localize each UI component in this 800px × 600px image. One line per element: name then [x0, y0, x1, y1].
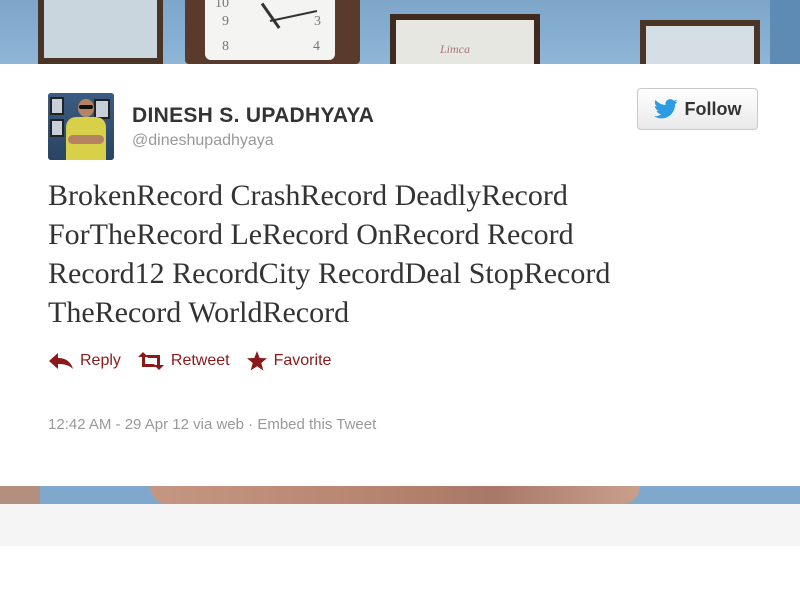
clock-number: 3	[314, 14, 321, 29]
meta-separator: ·	[248, 416, 254, 433]
reply-arrow-icon	[49, 353, 73, 369]
via-text: via web	[193, 416, 244, 433]
tweet-line: BrokenRecord CrashRecord DeadlyRecord	[48, 179, 568, 212]
bottom-panel	[0, 504, 800, 546]
wall-frame-left	[38, 0, 163, 64]
frame-label: Limca	[440, 42, 470, 56]
tweet-line: Record12 RecordCity RecordDeal StopRecor…	[48, 257, 611, 290]
tweet-card: DINESH S. UPADHYAYA @dineshupadhyaya Fol…	[0, 64, 800, 486]
favorite-button[interactable]: Favorite	[246, 351, 332, 371]
wall-frame-right	[640, 20, 760, 64]
background-photo-bottom	[0, 486, 800, 504]
clock-number: 9	[222, 14, 229, 29]
tweet-actions: Reply Retweet Favorite	[48, 350, 347, 372]
wall-edge	[770, 0, 800, 64]
tweet-line: ForTheRecord LeRecord OnRecord Record	[48, 218, 574, 251]
favorite-label: Favorite	[273, 352, 332, 369]
star-icon	[246, 351, 267, 371]
tweet-timestamp[interactable]: 12:42 AM - 29 Apr 12	[48, 416, 189, 433]
clock-number: 4	[313, 39, 320, 54]
retweet-button[interactable]: Retweet	[137, 352, 230, 370]
avatar[interactable]	[48, 93, 114, 160]
profile-handle[interactable]: @dineshupadhyaya	[132, 132, 274, 150]
tweet-text: BrokenRecord CrashRecord DeadlyRecord Fo…	[48, 176, 748, 332]
retweet-icon	[137, 352, 164, 370]
clock-number: 10	[215, 0, 229, 11]
reply-button[interactable]: Reply	[48, 352, 121, 370]
tweet-line: TheRecord WorldRecord	[48, 296, 350, 329]
retweet-label: Retweet	[170, 352, 230, 369]
twitter-bird-icon	[653, 99, 678, 119]
profile-name[interactable]: DINESH S. UPADHYAYA	[132, 104, 374, 128]
reply-label: Reply	[80, 352, 121, 369]
embed-tweet-link[interactable]: Embed this Tweet	[257, 416, 376, 433]
clock-number: 8	[222, 39, 229, 54]
follow-label: Follow	[684, 98, 742, 119]
tweet-meta: 12:42 AM - 29 Apr 12 via web · Embed thi…	[48, 416, 376, 433]
follow-button[interactable]: Follow	[637, 88, 758, 130]
background-photo-top: 10 9 8 3 4 Limca	[0, 0, 800, 64]
